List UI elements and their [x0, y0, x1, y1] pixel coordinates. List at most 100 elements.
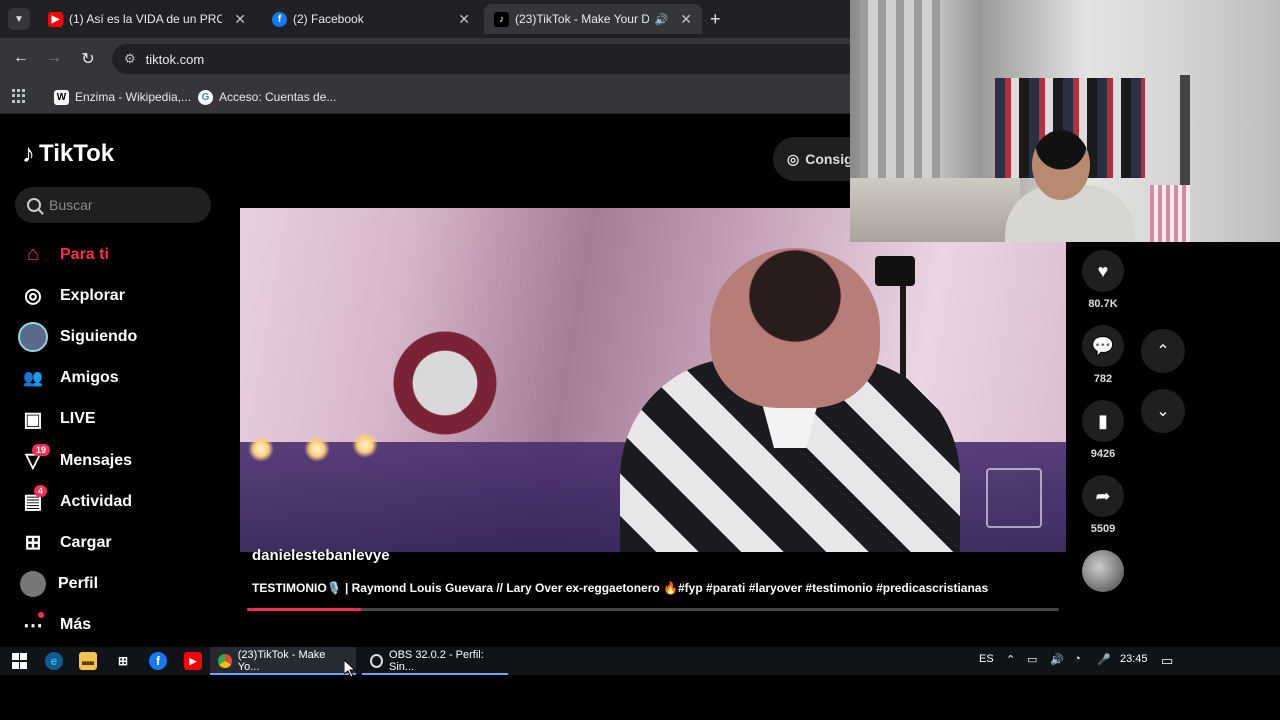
youtube-icon: ▶ [48, 11, 63, 27]
video-lamp [875, 256, 915, 286]
comment-icon[interactable]: 💬 [1082, 325, 1124, 367]
screen-bottom-area [0, 675, 1280, 720]
tab-youtube[interactable]: ▶ (1) Así es la VIDA de un PRODU ✕ [38, 4, 256, 34]
sidebar-item-perfil[interactable]: Perfil [18, 564, 218, 605]
consig-label: Consig [805, 151, 853, 167]
music-disc-avatar[interactable] [1082, 550, 1124, 592]
search-input[interactable] [49, 197, 199, 213]
screen: ▼ ▶ (1) Así es la VIDA de un PRODU ✕ f (… [0, 0, 1280, 720]
comment-action[interactable]: 💬 782 [1082, 325, 1124, 396]
share-count: 5509 [1090, 523, 1116, 535]
next-video-button[interactable]: ⌄ [1141, 389, 1185, 433]
sidebar-item-label: Perfil [58, 575, 99, 593]
activity-badge: 4 [34, 484, 48, 497]
wifi-icon[interactable]: ◔ [1074, 653, 1081, 665]
tab-search-icon[interactable]: ▼ [8, 8, 30, 30]
site-settings-icon[interactable]: ⚙ [124, 51, 136, 67]
save-count: 9426 [1090, 448, 1116, 460]
sidebar-item-siguiendo[interactable]: Siguiendo [18, 316, 218, 357]
video-progress-fill [247, 608, 361, 611]
sidebar-item-live[interactable]: ▣ LIVE [18, 399, 218, 440]
like-count: 80.7K [1088, 298, 1118, 310]
sidebar-item-label: Siguiendo [60, 327, 138, 345]
notification-dot [38, 612, 44, 619]
edge-icon[interactable]: e [45, 652, 63, 670]
like-action[interactable]: ♥ 80.7K [1082, 250, 1124, 321]
home-icon: ⌂ [26, 243, 40, 266]
clock[interactable]: 23:45 [1120, 653, 1148, 665]
reload-icon[interactable]: ↻ [78, 49, 98, 69]
new-tab-button[interactable]: + [710, 9, 721, 30]
forward-arrow-icon[interactable]: → [44, 49, 64, 67]
messages-badge: 19 [32, 443, 51, 456]
taskbar-app-chrome[interactable]: (23)TikTok - Make Yo... [210, 647, 356, 675]
webcam-chair [1150, 185, 1190, 242]
apps-grid-icon[interactable] [12, 89, 26, 103]
taskbar-app-obs[interactable]: OBS 32.0.2 - Perfil: Sin... [362, 647, 508, 675]
tiktok-note-icon: ♪ [22, 138, 35, 168]
video-progress-bar[interactable] [247, 608, 1059, 611]
volume-icon[interactable]: 🔊 [1050, 653, 1064, 666]
windows-taskbar: e ▬ ⊞ f ▶ (23)TikTok - Make Yo... OBS 32… [0, 647, 1280, 675]
notifications-icon[interactable]: ▭ [1161, 653, 1173, 669]
heart-icon[interactable]: ♥ [1082, 250, 1124, 292]
facebook-icon: f [272, 11, 287, 27]
store-icon[interactable]: ⊞ [114, 652, 132, 670]
sidebar-item-para-ti[interactable]: ⌂ Para ti [18, 234, 218, 275]
video-player[interactable] [240, 208, 1066, 552]
messages-icon: ▽ 19 [18, 443, 51, 476]
speaker-icon[interactable]: 🔊 [655, 13, 669, 26]
close-tab-icon[interactable]: ✕ [234, 11, 246, 28]
close-tab-icon[interactable]: ✕ [680, 11, 692, 28]
facebook-icon[interactable]: f [149, 652, 167, 670]
sidebar-item-label: LIVE [60, 410, 96, 428]
bookmark-google[interactable]: G Acceso: Cuentas de... [198, 86, 336, 108]
share-action[interactable]: ➦ 5509 [1082, 475, 1124, 546]
sidebar-item-mensajes[interactable]: ▽ 19 Mensajes [18, 440, 218, 481]
tab-facebook[interactable]: f (2) Facebook ✕ [262, 4, 480, 34]
sidebar-item-explorar[interactable]: ◎ Explorar [18, 275, 218, 316]
more-icon: ⋯ [18, 610, 48, 640]
battery-icon[interactable]: ▭ [1027, 653, 1037, 666]
sidebar-item-label: Para ti [60, 245, 109, 263]
sidebar-item-label: Mensajes [60, 451, 133, 469]
previous-video-button[interactable]: ⌃ [1141, 329, 1185, 373]
logo-text: TikTok [39, 139, 115, 167]
youtube-icon[interactable]: ▶ [184, 652, 202, 670]
tab-tiktok[interactable]: ♪ (23)TikTok - Make Your Day 🔊 ✕ [484, 4, 702, 34]
tab-title: (23)TikTok - Make Your Day [515, 12, 649, 26]
compass-icon: ◎ [787, 150, 800, 167]
search-box[interactable] [15, 187, 211, 223]
video-author[interactable]: danielestebanlevye [252, 547, 390, 564]
url-text[interactable]: tiktok.com [146, 52, 205, 67]
upload-icon: ⊞ [24, 532, 42, 555]
chrome-icon [218, 654, 232, 668]
sidebar-item-mas[interactable]: ⋯ Más [18, 605, 218, 646]
back-arrow-icon[interactable]: ← [11, 49, 31, 67]
share-icon[interactable]: ➦ [1082, 475, 1124, 517]
chevron-up-icon: ⌃ [1156, 343, 1170, 360]
google-icon: G [198, 89, 213, 105]
taskbar-app-label: OBS 32.0.2 - Perfil: Sin... [389, 649, 484, 673]
wikipedia-icon: W [54, 89, 69, 105]
bookmark-wikipedia[interactable]: W Enzima - Wikipedia,... [54, 86, 191, 108]
sidebar-item-amigos[interactable]: 👥 Amigos [18, 358, 218, 399]
sidebar-item-actividad[interactable]: ▤ 4 Actividad [18, 481, 218, 522]
chevron-up-icon[interactable]: ⌃ [1006, 653, 1015, 666]
windows-start-icon[interactable] [10, 652, 28, 670]
sidebar-item-label: Actividad [60, 492, 133, 510]
tiktok-logo[interactable]: ♪ TikTok [22, 138, 114, 169]
bookmark-icon[interactable]: ▮ [1082, 400, 1124, 442]
file-explorer-icon[interactable]: ▬ [79, 652, 97, 670]
compass-icon: ◎ [24, 285, 42, 308]
chevron-down-icon: ⌄ [1156, 403, 1170, 420]
sidebar-item-cargar[interactable]: ⊞ Cargar [18, 522, 218, 563]
language-indicator[interactable]: ES [979, 653, 994, 665]
search-icon [27, 198, 41, 212]
webcam-bed [850, 178, 1020, 242]
close-tab-icon[interactable]: ✕ [458, 11, 470, 28]
video-drums [370, 308, 520, 458]
microphone-icon[interactable]: 🎤 [1097, 653, 1111, 666]
save-action[interactable]: ▮ 9426 [1082, 400, 1124, 471]
sidebar-item-label: Amigos [60, 369, 119, 387]
